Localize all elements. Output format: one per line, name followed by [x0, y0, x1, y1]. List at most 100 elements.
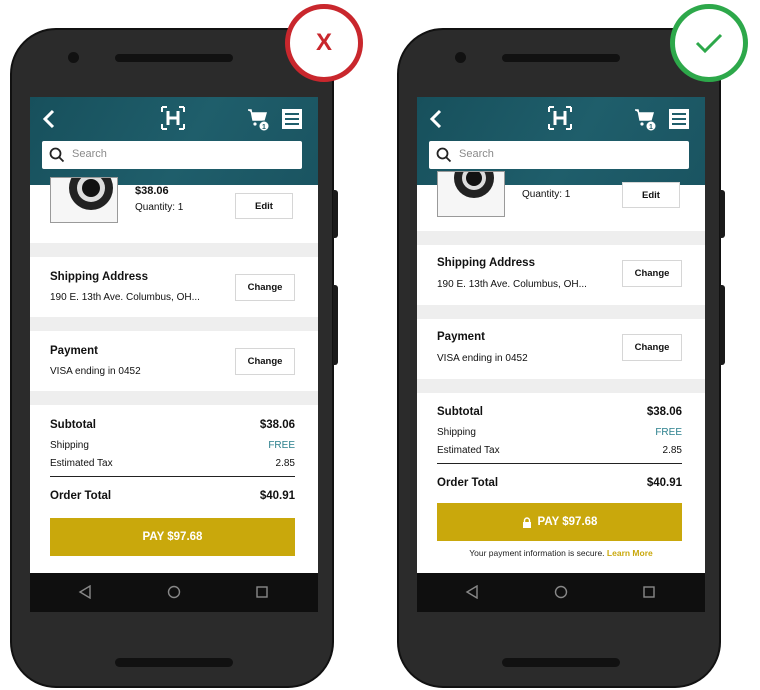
shipping-label: Shipping: [437, 427, 476, 438]
front-camera: [455, 52, 466, 63]
logo-icon[interactable]: [160, 105, 186, 131]
checkout-content: Quantity: 1 Edit Shipping Address 190 E.…: [417, 171, 705, 558]
product-quantity: Quantity: 1: [522, 189, 571, 200]
secure-note-text: Your payment information is secure.: [469, 548, 605, 558]
order-total-value: $40.91: [259, 490, 295, 502]
payment-title: Payment: [437, 331, 485, 343]
x-mark: X: [290, 9, 358, 77]
phone-good-example: 1 Search Quantity: 1 Edit Shipping Addre…: [397, 28, 725, 688]
tax-label: Estimated Tax: [437, 445, 500, 456]
shipping-address: 190 E. 13th Ave. Columbus, OH...: [437, 279, 587, 290]
volume-button: [720, 190, 725, 238]
section-divider: [417, 231, 705, 245]
pay-button-label: PAY $97.68: [142, 531, 203, 543]
bottom-speaker: [502, 658, 620, 667]
shipping-row: Shipping FREE: [437, 427, 682, 438]
product-quantity: Quantity: 1: [135, 202, 184, 213]
search-placeholder: Search: [459, 148, 494, 160]
section-divider: [417, 305, 705, 319]
cart-icon[interactable]: 1: [247, 107, 271, 131]
shipping-row: Shipping FREE: [50, 440, 295, 451]
change-shipping-button[interactable]: Change: [235, 274, 295, 301]
tax-value: 2.85: [662, 445, 682, 456]
top-speaker: [115, 54, 233, 62]
shipping-title: Shipping Address: [50, 271, 148, 283]
nav-back-icon[interactable]: [78, 585, 92, 599]
nav-recents-icon[interactable]: [642, 585, 656, 599]
product-thumbnail: [50, 177, 118, 223]
phone-bad-example: 1 Search $38.06 Quantity: 1 Edit Shippin…: [10, 28, 338, 688]
order-total-value: $40.91: [646, 477, 682, 489]
shipping-section: Shipping Address 190 E. 13th Ave. Columb…: [417, 245, 705, 305]
change-shipping-button[interactable]: Change: [622, 260, 682, 287]
shipping-label: Shipping: [50, 440, 89, 451]
payment-section: Payment VISA ending in 0452 Change: [417, 319, 705, 379]
shipping-address: 190 E. 13th Ave. Columbus, OH...: [50, 292, 200, 303]
pay-button[interactable]: PAY $97.68: [50, 518, 295, 556]
cart-icon[interactable]: 1: [634, 107, 658, 131]
menu-icon[interactable]: [281, 108, 303, 130]
bad-example-badge: X: [285, 4, 363, 82]
tax-label: Estimated Tax: [50, 458, 113, 469]
system-nav-bar: [30, 573, 318, 612]
edit-button[interactable]: Edit: [235, 193, 293, 219]
lock-icon: [522, 516, 531, 528]
x-mark-text: X: [315, 29, 332, 56]
search-input[interactable]: Search: [42, 141, 302, 169]
check-icon: [675, 9, 743, 77]
product-price: $38.06: [135, 185, 169, 197]
product-row: Quantity: 1 Edit: [417, 171, 705, 231]
payment-method: VISA ending in 0452: [437, 353, 528, 364]
logo-icon[interactable]: [547, 105, 573, 131]
checkout-content: $38.06 Quantity: 1 Edit Shipping Address…: [30, 177, 318, 556]
search-icon: [436, 147, 452, 163]
back-arrow-icon[interactable]: [40, 107, 58, 131]
order-total-row: Order Total $40.91: [50, 490, 295, 502]
section-divider: [30, 317, 318, 331]
learn-more-link[interactable]: Learn More: [607, 548, 653, 558]
shipping-value: FREE: [268, 440, 295, 451]
nav-home-icon[interactable]: [554, 585, 568, 599]
tax-value: 2.85: [275, 458, 295, 469]
change-payment-button[interactable]: Change: [622, 334, 682, 361]
pay-button[interactable]: PAY $97.68: [437, 503, 682, 541]
search-input[interactable]: Search: [429, 141, 689, 169]
product-thumbnail: [437, 171, 505, 217]
app-bar: 1 Search: [30, 97, 318, 185]
summary-divider: [437, 463, 682, 464]
change-payment-button[interactable]: Change: [235, 348, 295, 375]
subtotal-label: Subtotal: [437, 406, 483, 418]
section-divider: [30, 391, 318, 405]
tax-row: Estimated Tax 2.85: [437, 445, 682, 456]
subtotal-value: $38.06: [646, 406, 682, 418]
shipping-title: Shipping Address: [437, 257, 535, 269]
nav-back-icon[interactable]: [465, 585, 479, 599]
system-nav-bar: [417, 573, 705, 612]
payment-title: Payment: [50, 345, 98, 357]
payment-method: VISA ending in 0452: [50, 366, 141, 377]
section-divider: [417, 379, 705, 393]
subtotal-row: Subtotal $38.06: [437, 406, 682, 418]
menu-icon[interactable]: [668, 108, 690, 130]
edit-button[interactable]: Edit: [622, 182, 680, 208]
bottom-speaker: [115, 658, 233, 667]
shipping-section: Shipping Address 190 E. 13th Ave. Columb…: [30, 257, 318, 317]
screen: 1 Search: [417, 97, 705, 612]
summary-divider: [50, 476, 295, 477]
top-speaker: [502, 54, 620, 62]
cart-badge-count: 1: [262, 124, 266, 131]
front-camera: [68, 52, 79, 63]
subtotal-row: Subtotal $38.06: [50, 419, 295, 431]
power-button: [720, 285, 725, 365]
nav-home-icon[interactable]: [167, 585, 181, 599]
good-example-badge: [670, 4, 748, 82]
order-total-label: Order Total: [50, 490, 112, 502]
secure-payment-note: Your payment information is secure. Lear…: [417, 548, 705, 558]
section-divider: [30, 243, 318, 257]
tax-row: Estimated Tax 2.85: [50, 458, 295, 469]
search-icon: [49, 147, 65, 163]
pay-button-label: PAY $97.68: [537, 516, 598, 528]
back-arrow-icon[interactable]: [427, 107, 445, 131]
order-total-row: Order Total $40.91: [437, 477, 682, 489]
nav-recents-icon[interactable]: [255, 585, 269, 599]
